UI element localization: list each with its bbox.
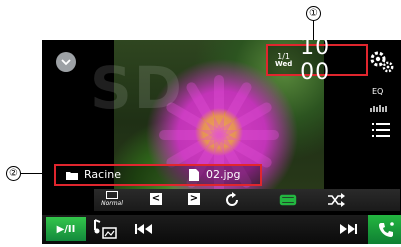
date-weekday: Wed — [274, 59, 293, 68]
eq-icon[interactable] — [370, 97, 388, 116]
clock-time: 10 00 — [300, 40, 331, 85]
bottom-bar: ▶/II — [42, 215, 401, 244]
phone-icon — [378, 221, 394, 237]
callout-1: ① — [306, 6, 321, 21]
file-info-bar: Racine 02.jpg — [54, 164, 262, 186]
file-icon — [189, 169, 199, 181]
file-name: 02.jpg — [206, 168, 241, 181]
collapse-button[interactable] — [56, 52, 76, 72]
clock-display: 1/1 Wed 10 00 — [266, 40, 368, 85]
repeat-icon[interactable] — [279, 192, 297, 208]
source-watermark: SD — [90, 54, 184, 122]
eq-label[interactable]: EQ — [372, 87, 383, 96]
phone-button[interactable] — [368, 215, 401, 244]
date-display: 1/1 Wed — [271, 52, 296, 68]
rotate-icon[interactable] — [224, 192, 240, 208]
display-mode-label: Normal — [101, 200, 123, 207]
folder-icon — [66, 172, 78, 180]
shuffle-icon[interactable] — [327, 193, 345, 207]
settings-icon[interactable] — [369, 50, 395, 78]
chevron-down-icon — [61, 59, 71, 66]
play-pause-button[interactable]: ▶/II — [46, 217, 86, 241]
callout-2: ② — [6, 166, 21, 181]
previous-track-icon[interactable] — [135, 223, 153, 235]
display-mode-button[interactable]: Normal — [97, 190, 127, 210]
next-track-icon[interactable] — [339, 223, 357, 235]
next-folder-button[interactable]: > — [188, 193, 200, 205]
control-row: Normal < > — [94, 189, 400, 211]
previous-folder-button[interactable]: < — [150, 193, 162, 205]
media-screen: SD 1/1 Wed 10 00 EQ Racine 02.jpg Normal… — [42, 40, 401, 244]
source-icon[interactable] — [92, 218, 118, 240]
list-icon[interactable] — [372, 122, 390, 142]
folder-name: Racine — [84, 168, 121, 181]
